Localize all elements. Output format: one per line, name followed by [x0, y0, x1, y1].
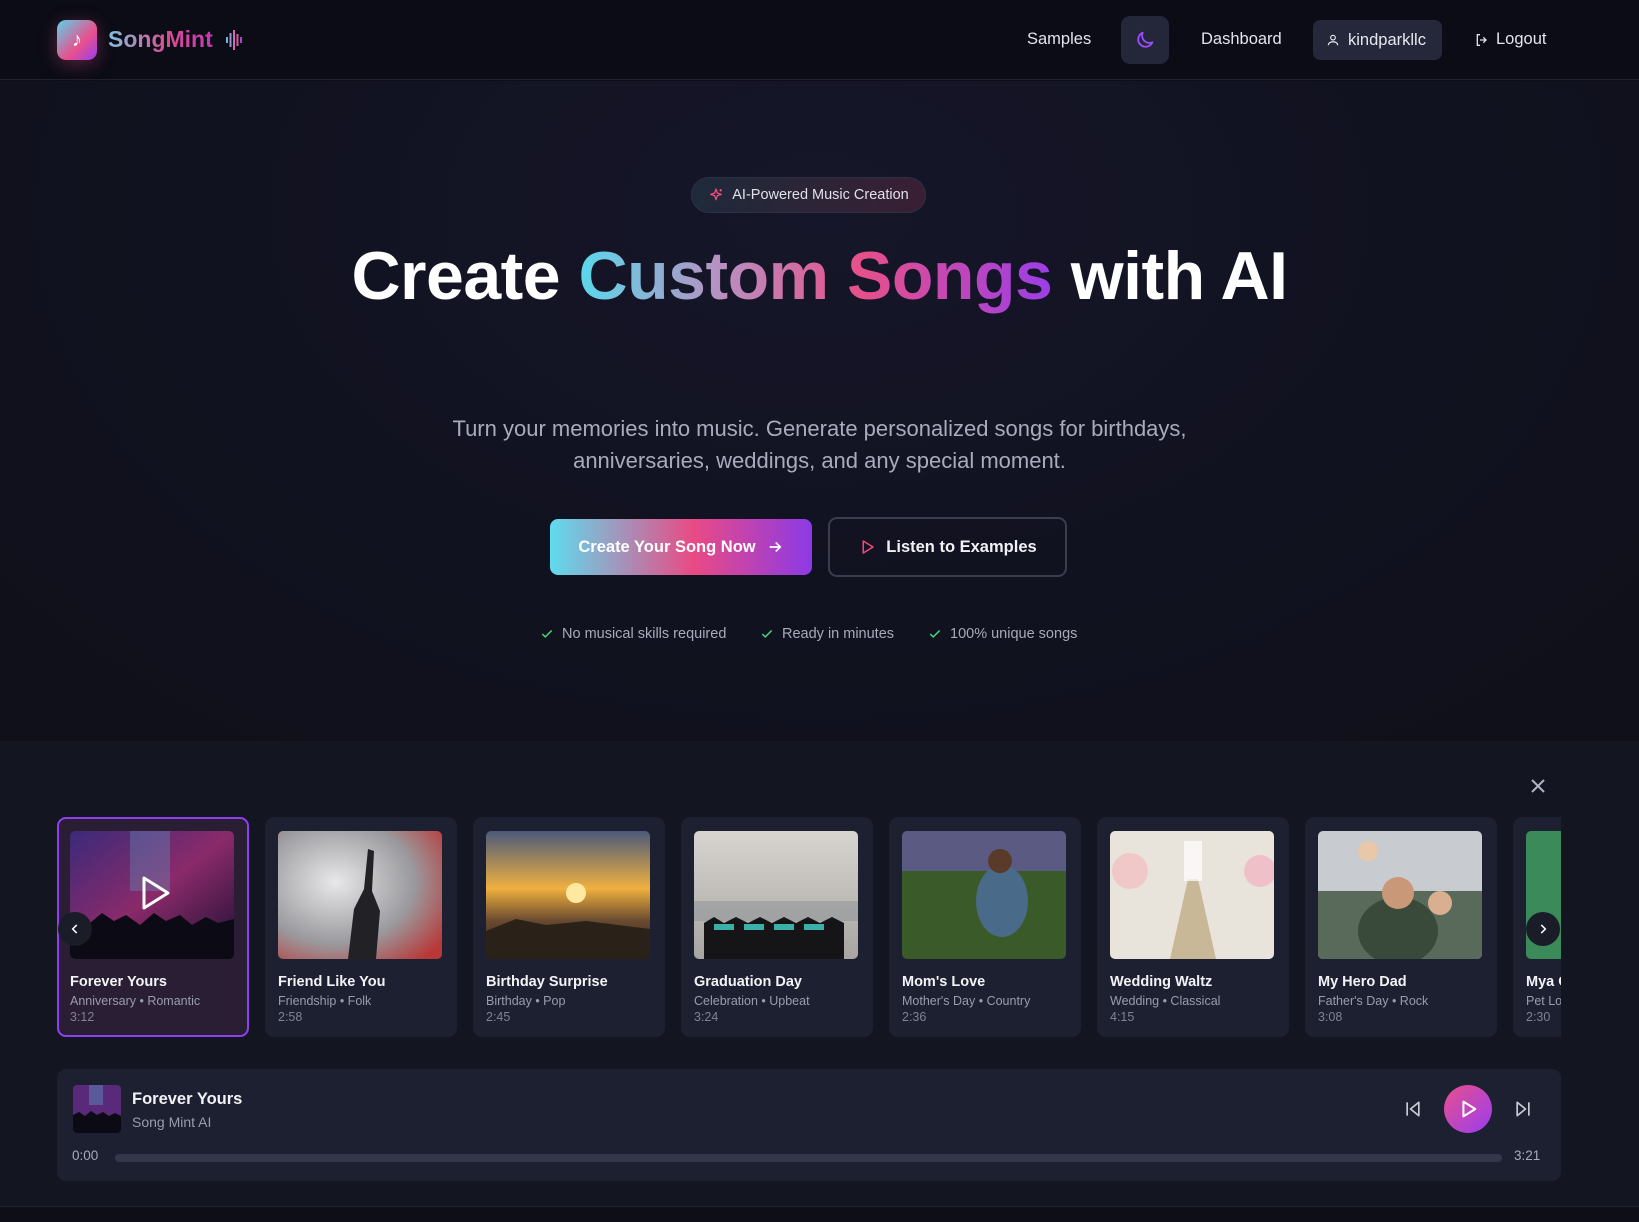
sample-duration: 2:45: [486, 1010, 511, 1024]
play-overlay-icon[interactable]: [140, 875, 172, 911]
play-icon: [1462, 1100, 1477, 1118]
user-icon: [1327, 34, 1339, 46]
sample-meta: Mother's Day • Country: [902, 994, 1031, 1008]
feature-label: Ready in minutes: [782, 626, 895, 642]
sample-title: Mom's Love: [902, 974, 986, 990]
sample-thumbnail-wedding-aisle: [1110, 831, 1274, 959]
sample-title: Forever Yours: [70, 974, 167, 990]
sample-duration: 4:15: [1110, 1010, 1135, 1024]
sample-duration: 2:58: [278, 1010, 303, 1024]
sample-meta: Father's Day • Rock: [1318, 994, 1429, 1008]
player-current-time: 0:00: [72, 1148, 99, 1163]
check-icon: [761, 630, 773, 638]
navbar: ♪ SongMint Samples Dashboard kindparkllc…: [0, 0, 1639, 80]
skip-back-icon[interactable]: [1403, 1099, 1423, 1119]
audio-player: Forever Yours Song Mint AI 0:00 3:21: [57, 1069, 1561, 1181]
headline-suffix: with AI: [1070, 238, 1288, 314]
listen-examples-label: Listen to Examples: [886, 537, 1037, 556]
sample-card[interactable]: Graduation Day Celebration • Upbeat 3:24: [681, 817, 873, 1037]
sample-meta: Anniversary • Romantic: [70, 994, 201, 1008]
check-icon: [929, 630, 941, 638]
logout-button[interactable]: Logout: [1474, 30, 1546, 49]
player-artist: Song Mint AI: [132, 1114, 212, 1130]
sample-duration: 3:24: [694, 1010, 719, 1024]
ai-badge: AI-Powered Music Creation: [691, 177, 926, 213]
sample-duration: 3:12: [70, 1010, 95, 1024]
user-menu-button[interactable]: kindparkllc: [1313, 20, 1442, 60]
player-track-title: Forever Yours: [132, 1090, 243, 1108]
chevron-right-icon: [1540, 924, 1547, 934]
sample-title: Mya C: [1526, 974, 1561, 990]
sparkles-icon: [710, 188, 723, 201]
hero-headline: Create Custom Songs with AI: [0, 240, 1639, 312]
headline-accent: Custom Songs: [578, 238, 1053, 314]
close-icon[interactable]: [1528, 776, 1548, 796]
player-album-art: [73, 1085, 121, 1133]
create-song-label: Create Your Song Now: [578, 537, 756, 556]
sample-meta: Birthday • Pop: [486, 994, 566, 1008]
carousel-next-button[interactable]: [1526, 912, 1560, 946]
logout-icon: [1476, 33, 1487, 46]
username-label: kindparkllc: [1348, 30, 1426, 49]
carousel-prev-button[interactable]: [58, 912, 92, 946]
sample-card[interactable]: My Hero Dad Father's Day • Rock 3:08: [1305, 817, 1497, 1037]
headline-prefix: Create: [351, 238, 561, 314]
sample-meta: Celebration • Upbeat: [694, 994, 810, 1008]
page-footer-edge: [0, 1206, 1639, 1222]
sample-thumbnail-dad-kids: [1318, 831, 1482, 959]
theme-toggle-button[interactable]: [1121, 16, 1169, 64]
sample-thumbnail-mother-child: [902, 831, 1066, 959]
sample-title: Friend Like You: [278, 974, 386, 990]
sample-thumbnail-singer: [278, 831, 442, 959]
play-icon: [862, 540, 875, 554]
sample-duration: 3:08: [1318, 1010, 1343, 1024]
player-total-time: 3:21: [1514, 1148, 1541, 1163]
sample-title: Wedding Waltz: [1110, 974, 1213, 990]
check-icon: [541, 630, 553, 638]
sample-card[interactable]: Birthday Surprise Birthday • Pop 2:45: [473, 817, 665, 1037]
sample-meta: Wedding • Classical: [1110, 994, 1221, 1008]
arrow-right-icon: [769, 541, 782, 553]
sample-meta: Pet Lo: [1526, 994, 1561, 1008]
hero-subtitle: Turn your memories into music. Generate …: [452, 416, 1187, 473]
feature-label: No musical skills required: [562, 626, 727, 642]
feature-label: 100% unique songs: [950, 626, 1078, 642]
listen-examples-button[interactable]: Listen to Examples: [828, 517, 1067, 577]
sample-thumbnail-concert: [70, 831, 234, 959]
logout-label: Logout: [1496, 30, 1547, 48]
sample-card[interactable]: Mom's Love Mother's Day • Country 2:36: [889, 817, 1081, 1037]
create-song-button[interactable]: Create Your Song Now: [550, 519, 812, 575]
sound-wave-icon: [226, 30, 242, 50]
feature-ready-minutes: Ready in minutes: [760, 626, 894, 642]
skip-forward-icon[interactable]: [1513, 1099, 1533, 1119]
feature-unique-songs: 100% unique songs: [928, 626, 1077, 642]
sample-duration: 2:36: [902, 1010, 927, 1024]
sample-card[interactable]: Friend Like You Friendship • Folk 2:58: [265, 817, 457, 1037]
sample-meta: Friendship • Folk: [278, 994, 372, 1008]
sample-title: Graduation Day: [694, 974, 802, 990]
player-play-button[interactable]: [1444, 1085, 1492, 1133]
sample-thumbnail-sunset: [486, 831, 650, 959]
brand-name[interactable]: SongMint: [108, 26, 213, 53]
feature-no-skills: No musical skills required: [540, 626, 726, 642]
chevron-left-icon: [71, 924, 78, 934]
player-progress-bar[interactable]: [115, 1154, 1502, 1162]
moon-icon: [1137, 31, 1154, 48]
badge-label: AI-Powered Music Creation: [732, 187, 909, 203]
sample-card[interactable]: Wedding Waltz Wedding • Classical 4:15: [1097, 817, 1289, 1037]
logo-music-note-icon[interactable]: ♪: [57, 20, 97, 60]
sample-duration: 2:30: [1526, 1010, 1551, 1024]
nav-dashboard-link[interactable]: Dashboard: [1201, 30, 1282, 49]
samples-carousel: Forever Yours Anniversary • Romantic 3:1…: [57, 817, 1561, 1037]
sample-title: Birthday Surprise: [486, 974, 608, 990]
nav-samples-link[interactable]: Samples: [1027, 30, 1091, 49]
sample-thumbnail-graduation: [694, 831, 858, 959]
sample-title: My Hero Dad: [1318, 974, 1407, 990]
